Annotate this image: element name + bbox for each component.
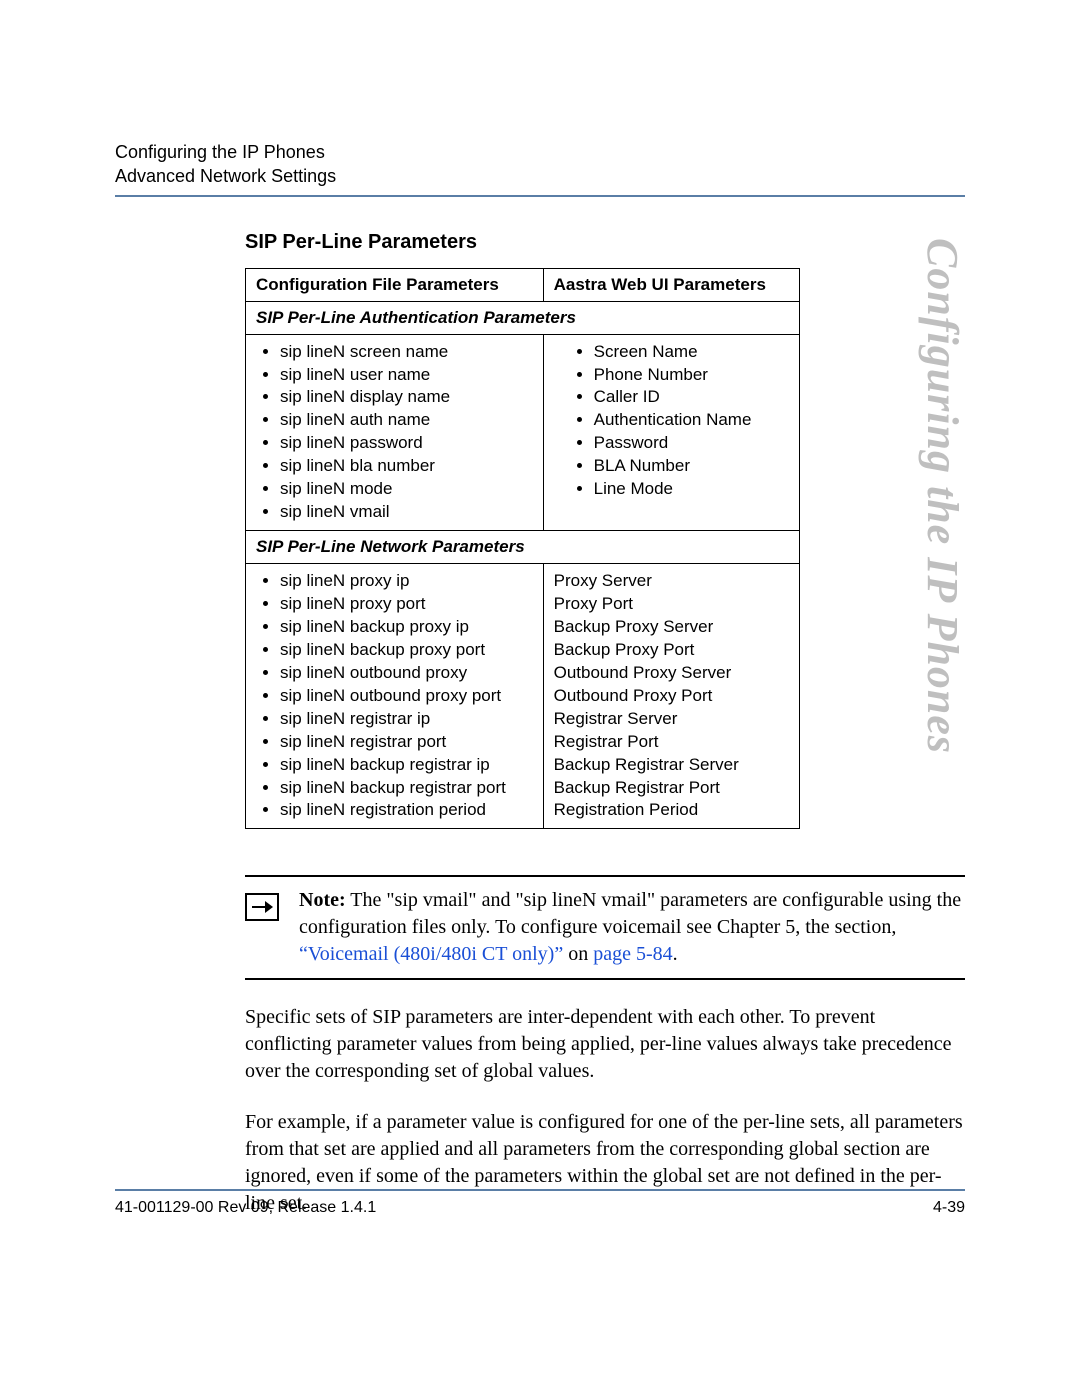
table-row: SIP Per-Line Network Parameters <box>246 531 800 564</box>
list-item: sip lineN proxy port <box>280 593 533 616</box>
list-item: sip lineN password <box>280 432 533 455</box>
list-item: Backup Proxy Port <box>554 639 789 662</box>
list-item: Proxy Server <box>554 570 789 593</box>
list-item: Proxy Port <box>554 593 789 616</box>
arrow-right-icon <box>245 893 279 921</box>
col-head-web: Aastra Web UI Parameters <box>543 268 799 301</box>
table-row: SIP Per-Line Authentication Parameters <box>246 301 800 334</box>
col-head-config: Configuration File Parameters <box>246 268 544 301</box>
list-item: sip lineN screen name <box>280 341 533 364</box>
list-item: sip lineN auth name <box>280 409 533 432</box>
list-item: Password <box>594 432 789 455</box>
note-bottom-rule <box>245 978 965 980</box>
note-link-voicemail[interactable]: “Voicemail (480i/480i CT only)” <box>299 943 563 965</box>
table-row: sip lineN proxy ipsip lineN proxy portsi… <box>246 564 800 829</box>
list-item: Registration Period <box>554 799 789 822</box>
page-header: Configuring the IP Phones Advanced Netwo… <box>115 140 965 189</box>
table-header-row: Configuration File Parameters Aastra Web… <box>246 268 800 301</box>
note-link-page[interactable]: page 5-84 <box>593 943 672 965</box>
list-item: Backup Registrar Server <box>554 754 789 777</box>
footer-left: 41-001129-00 Rev 09, Release 1.4.1 <box>115 1199 376 1217</box>
body-paragraph: Specific sets of SIP parameters are inte… <box>245 1004 965 1085</box>
list-item: sip lineN registrar port <box>280 731 533 754</box>
note-label: Note: <box>299 889 346 911</box>
list-item: Authentication Name <box>594 409 789 432</box>
list-item: sip lineN backup registrar port <box>280 777 533 800</box>
header-chapter: Configuring the IP Phones <box>115 140 965 164</box>
cell-net-cfg: sip lineN proxy ipsip lineN proxy portsi… <box>246 564 544 829</box>
list-item: sip lineN proxy ip <box>280 570 533 593</box>
cell-auth-web: Screen NamePhone NumberCaller IDAuthenti… <box>543 334 799 531</box>
list-item: Outbound Proxy Port <box>554 685 789 708</box>
list-item: Registrar Port <box>554 731 789 754</box>
list-item: Phone Number <box>594 364 789 387</box>
list-item: sip lineN vmail <box>280 501 533 524</box>
list-item: sip lineN mode <box>280 478 533 501</box>
list-item: Screen Name <box>594 341 789 364</box>
list-item: Registrar Server <box>554 708 789 731</box>
list-item: sip lineN backup proxy port <box>280 639 533 662</box>
list-item: sip lineN display name <box>280 386 533 409</box>
page-footer: 41-001129-00 Rev 09, Release 1.4.1 4-39 <box>115 1189 965 1217</box>
footer-rule <box>115 1189 965 1191</box>
parameters-table: Configuration File Parameters Aastra Web… <box>245 268 800 830</box>
list-item: Caller ID <box>594 386 789 409</box>
list-item: sip lineN registrar ip <box>280 708 533 731</box>
note-part1: The "sip vmail" and "sip lineN vmail" pa… <box>299 889 961 938</box>
cell-auth-cfg: sip lineN screen namesip lineN user name… <box>246 334 544 531</box>
header-rule <box>115 195 965 197</box>
net-web-list: Proxy ServerProxy PortBackup Proxy Serve… <box>554 570 789 822</box>
header-section: Advanced Network Settings <box>115 164 965 188</box>
section-title: SIP Per-Line Parameters <box>245 231 965 254</box>
list-item: BLA Number <box>594 455 789 478</box>
list-item: sip lineN registration period <box>280 799 533 822</box>
side-title: Configuring the IP Phones <box>917 238 968 754</box>
list-item: sip lineN backup registrar ip <box>280 754 533 777</box>
list-item: sip lineN backup proxy ip <box>280 616 533 639</box>
list-item: sip lineN bla number <box>280 455 533 478</box>
list-item: Line Mode <box>594 478 789 501</box>
note-text: Note: The "sip vmail" and "sip lineN vma… <box>299 887 965 968</box>
list-item: sip lineN outbound proxy port <box>280 685 533 708</box>
auth-web-list: Screen NamePhone NumberCaller IDAuthenti… <box>554 341 789 502</box>
subheader-auth: SIP Per-Line Authentication Parameters <box>246 301 800 334</box>
note-block: Note: The "sip vmail" and "sip lineN vma… <box>245 875 965 980</box>
list-item: Outbound Proxy Server <box>554 662 789 685</box>
net-cfg-list: sip lineN proxy ipsip lineN proxy portsi… <box>256 570 533 822</box>
list-item: sip lineN outbound proxy <box>280 662 533 685</box>
note-end: . <box>673 943 678 965</box>
note-mid: on <box>563 943 593 965</box>
auth-cfg-list: sip lineN screen namesip lineN user name… <box>256 341 533 525</box>
list-item: sip lineN user name <box>280 364 533 387</box>
list-item: Backup Proxy Server <box>554 616 789 639</box>
subheader-net: SIP Per-Line Network Parameters <box>246 531 800 564</box>
table-row: sip lineN screen namesip lineN user name… <box>246 334 800 531</box>
cell-net-web: Proxy ServerProxy PortBackup Proxy Serve… <box>543 564 799 829</box>
footer-right: 4-39 <box>933 1199 965 1217</box>
list-item: Backup Registrar Port <box>554 777 789 800</box>
